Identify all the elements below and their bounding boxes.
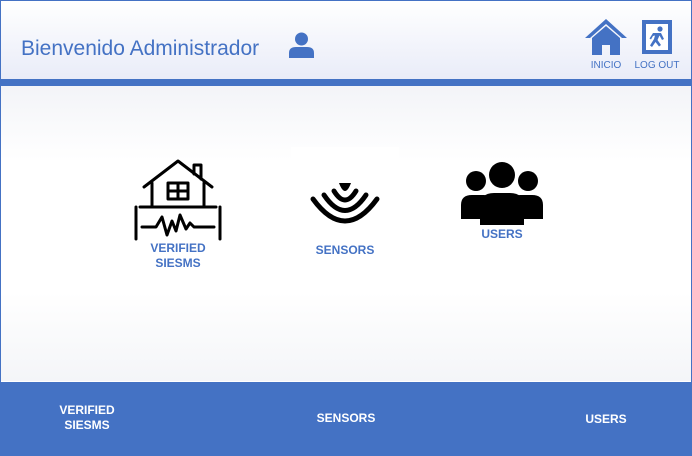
sensor-waves-icon [310,183,380,224]
verified-siesms-label-line1: VERIFIED [150,241,206,255]
verified-siesms-tile[interactable]: VERIFIED SIESMS [126,159,230,271]
footer-verified-siesms-link[interactable]: VERIFIED SIESMS [47,403,127,433]
sensors-label: SENSORS [315,243,375,257]
users-group-icon [461,162,543,225]
inicio-button[interactable]: INICIO [584,19,628,72]
sensors-icon-box [291,147,399,243]
page-title: Bienvenido Administrador [21,37,260,60]
footer-nav: VERIFIED SIESMS SENSORS USERS [1,382,691,455]
logout-label: LOG OUT [634,60,680,71]
footer-sensors-link[interactable]: SENSORS [301,411,391,426]
app-window: Bienvenido Administrador INICIO LOG OUT [0,0,692,456]
footer-users-link[interactable]: USERS [571,412,641,427]
inicio-label: INICIO [590,60,622,71]
header-divider [1,79,691,86]
footer-verified-siesms-line2: SIESMS [64,418,110,432]
user-icon [289,32,314,58]
header: Bienvenido Administrador INICIO LOG OUT [1,1,691,79]
home-icon [585,19,627,55]
verified-siesms-label-line2: SIESMS [155,256,201,270]
main-content: VERIFIED SIESMS SENSORS USERS [1,86,691,381]
exit-icon [642,20,672,54]
users-tile[interactable]: USERS [451,161,553,242]
footer-verified-siesms-line1: VERIFIED [59,403,115,417]
house-earthquake-icon [134,159,222,241]
users-label: USERS [481,227,523,241]
sensors-tile[interactable]: SENSORS [291,147,399,258]
logout-button[interactable]: LOG OUT [633,19,681,72]
